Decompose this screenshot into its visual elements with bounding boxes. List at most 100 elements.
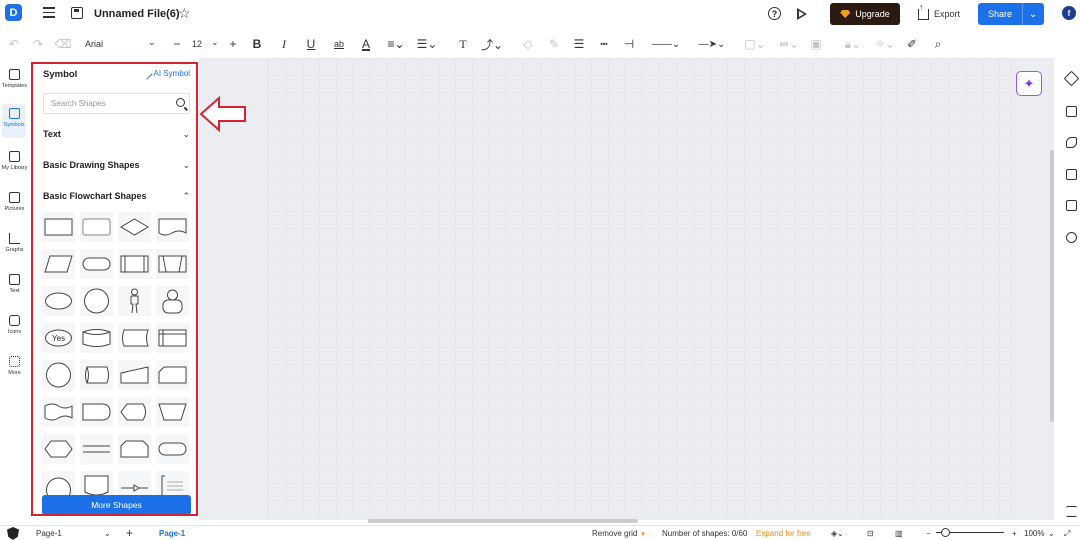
shape-preparation[interactable]	[42, 434, 75, 464]
flip-icon[interactable]: ⇹⌄	[778, 36, 800, 52]
export-button[interactable]: Export	[918, 3, 960, 23]
star-icon[interactable]: ☆	[178, 5, 191, 22]
shape-predefined-process[interactable]	[118, 249, 151, 279]
format-painter-icon[interactable]: ⌫	[55, 36, 72, 52]
theme-icon[interactable]	[1066, 137, 1077, 148]
presentation-icon[interactable]	[1066, 169, 1077, 180]
font-size-select[interactable]: 12	[192, 39, 202, 49]
zoom-level[interactable]: 100%	[1024, 529, 1044, 538]
shape-delay[interactable]	[80, 397, 113, 427]
shape-rounded-rect[interactable]	[80, 212, 113, 242]
bold-icon[interactable]: B	[251, 36, 263, 52]
group-icon[interactable]: ▣	[809, 36, 823, 52]
shape-internal-storage[interactable]	[156, 249, 189, 279]
page-format-icon[interactable]	[1066, 106, 1077, 117]
shape-display[interactable]	[118, 397, 151, 427]
shape-user[interactable]	[156, 286, 189, 316]
play-icon[interactable]	[795, 7, 808, 20]
shape-data[interactable]	[42, 249, 75, 279]
section-basic-drawing-shapes[interactable]: Basic Drawing Shapes ⌄	[43, 157, 190, 173]
align-icon[interactable]: ≡⌄	[386, 36, 406, 52]
chevron-down-icon[interactable]: ⌄	[104, 529, 111, 538]
shape-card[interactable]	[156, 360, 189, 390]
shape-internal-storage-2[interactable]	[156, 323, 189, 353]
zoom-out-icon[interactable]: −	[926, 529, 931, 538]
drawing-canvas[interactable]	[267, 58, 1012, 520]
share-button[interactable]: Share ⌄	[978, 3, 1044, 25]
rail-item-graphs[interactable]: Graphs	[0, 229, 29, 263]
zoom-in-icon[interactable]: +	[1012, 529, 1017, 538]
font-increase-icon[interactable]: +	[227, 36, 239, 52]
search-icon[interactable]	[176, 98, 185, 107]
page-select[interactable]: Page-1	[36, 529, 62, 538]
shape-terminator-2[interactable]	[156, 434, 189, 464]
waypoint-icon[interactable]: ⊣	[622, 36, 636, 52]
tab-page-1[interactable]: Page-1	[159, 529, 185, 538]
menu-icon[interactable]	[43, 7, 55, 18]
shape-circle[interactable]	[80, 286, 113, 316]
rail-item-text[interactable]: Text	[0, 270, 29, 304]
font-decrease-icon[interactable]: −	[172, 36, 182, 52]
history-icon[interactable]	[1066, 232, 1077, 243]
shape-parallel-lines[interactable]	[80, 434, 113, 464]
shape-manual-operation[interactable]	[156, 397, 189, 427]
rail-item-pictures[interactable]: Pictures	[0, 188, 29, 222]
edit-icon[interactable]: ✐	[905, 36, 919, 52]
shape-connector-circle[interactable]	[42, 360, 75, 390]
fullscreen-icon[interactable]: ⤢	[1064, 529, 1070, 539]
shape-loop-limit[interactable]	[118, 434, 151, 464]
chevron-down-icon[interactable]: ⌄	[1048, 529, 1055, 538]
more-shapes-button[interactable]: More Shapes	[42, 495, 191, 514]
ai-assistant-button[interactable]: ✦	[1016, 71, 1042, 96]
rail-item-more[interactable]: More	[0, 352, 29, 386]
remove-grid-button[interactable]: Remove grid	[592, 529, 637, 538]
document-icon[interactable]	[1066, 200, 1077, 211]
font-family-select[interactable]: Arial	[85, 39, 103, 49]
section-basic-flowchart-shapes[interactable]: Basic Flowchart Shapes ⌃	[43, 188, 190, 204]
rail-item-icons[interactable]: Icons	[0, 311, 29, 345]
horizontal-scrollbar[interactable]	[368, 519, 638, 523]
file-title[interactable]: Unnamed File(6)	[94, 8, 180, 20]
add-page-icon[interactable]: +	[126, 526, 133, 540]
book-icon[interactable]: ▥	[895, 529, 903, 538]
avatar[interactable]: f	[1062, 6, 1076, 20]
fill-icon[interactable]: ◇	[522, 36, 534, 52]
app-logo[interactable]: D	[5, 4, 22, 21]
shape-actor[interactable]	[118, 286, 151, 316]
strikethrough-icon[interactable]: ab	[332, 36, 346, 52]
section-text[interactable]: Text ⌄	[43, 126, 190, 142]
italic-icon[interactable]: I	[278, 36, 290, 52]
upgrade-button[interactable]: Upgrade	[830, 3, 900, 25]
chevron-down-icon[interactable]: ⌄	[211, 37, 219, 48]
shape-decision[interactable]	[118, 212, 151, 242]
line-style-icon[interactable]: ┅	[597, 36, 611, 52]
shield-icon[interactable]	[7, 527, 19, 540]
rail-item-symbols[interactable]: Symbols	[2, 104, 26, 138]
undo-icon[interactable]: ↶	[8, 36, 20, 52]
rail-item-templates[interactable]: Templates	[0, 65, 29, 99]
shape-ellipse[interactable]	[42, 286, 75, 316]
shadow-icon[interactable]: ▢⌄	[744, 36, 765, 52]
search-input[interactable]	[44, 94, 164, 113]
connector-icon[interactable]: ⤴⌄	[481, 36, 503, 52]
line-color-icon[interactable]: ✎	[548, 36, 560, 52]
shape-document[interactable]	[156, 212, 189, 242]
shape-yes-ellipse[interactable]: Yes	[42, 323, 75, 353]
shape-terminator[interactable]	[80, 249, 113, 279]
underline-icon[interactable]: U	[305, 36, 317, 52]
line-spacing-icon[interactable]: ☰⌄	[416, 36, 438, 52]
rail-item-my-library[interactable]: My Library	[0, 147, 29, 181]
shape-punched-tape[interactable]	[42, 397, 75, 427]
text-tool-icon[interactable]: T	[456, 36, 470, 52]
layers-icon[interactable]: ◈⌄	[831, 529, 844, 538]
font-color-icon[interactable]: A	[359, 36, 373, 52]
expand-link[interactable]: Expand for free	[756, 529, 811, 538]
help-icon[interactable]: ?	[768, 7, 781, 20]
line-weight-icon[interactable]: ☰	[572, 36, 586, 52]
zoom-slider-handle[interactable]	[941, 528, 950, 537]
shape-direct-data[interactable]	[80, 360, 113, 390]
chevron-down-icon[interactable]: ⌄	[1023, 9, 1043, 20]
fit-page-icon[interactable]: ⊡	[867, 529, 874, 538]
save-file-icon[interactable]	[71, 7, 83, 19]
arrow-type-select[interactable]: —➤⌄	[696, 36, 728, 52]
